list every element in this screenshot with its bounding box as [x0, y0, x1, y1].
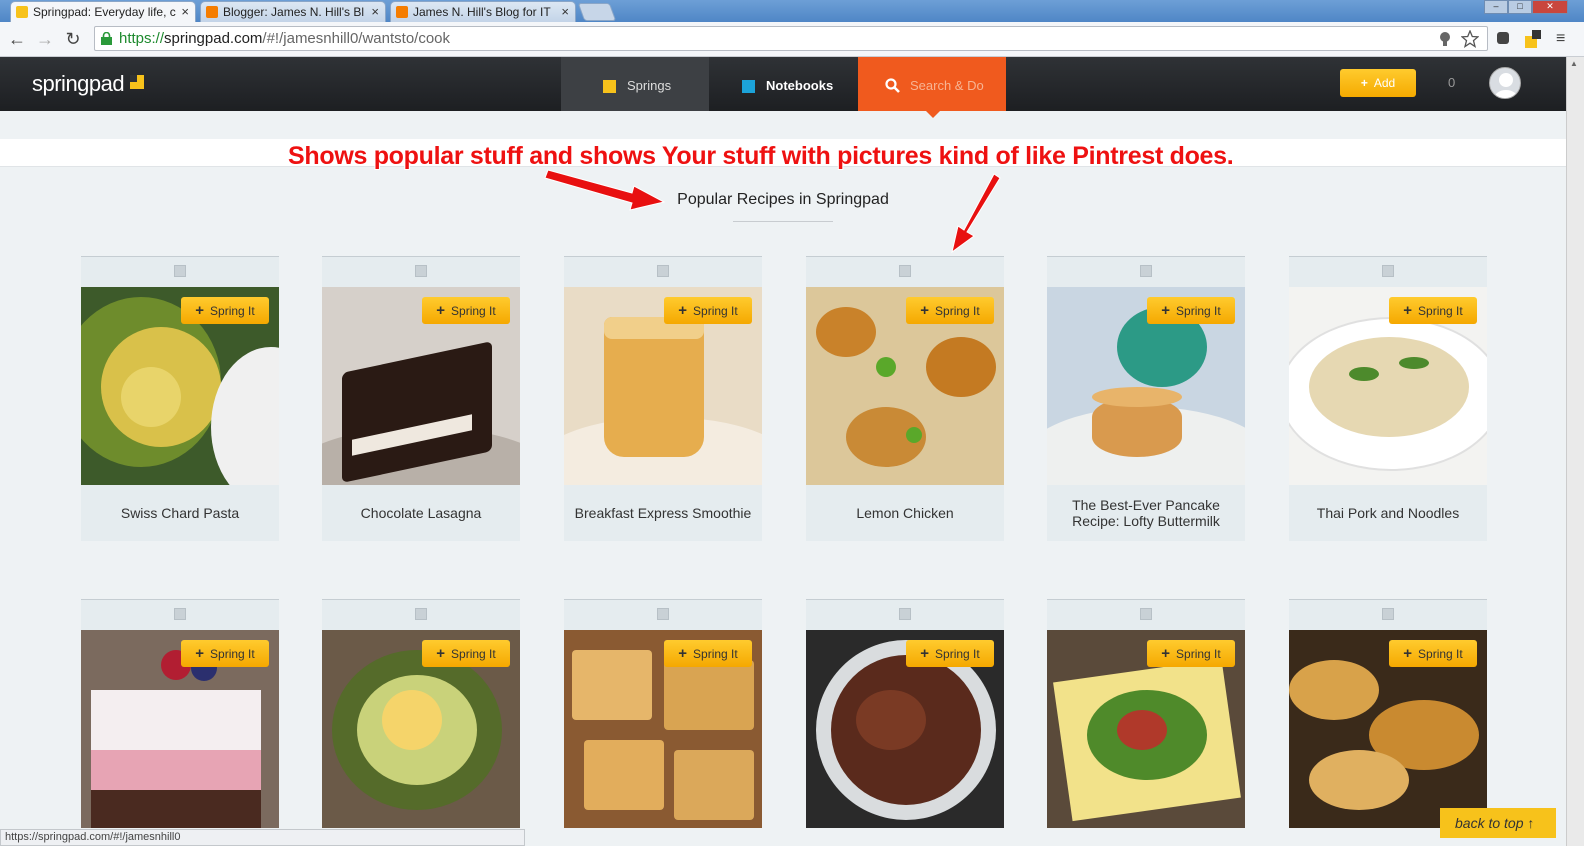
spring-it-button[interactable]: + Spring It — [1389, 640, 1477, 667]
bookmark-icon[interactable] — [415, 608, 427, 620]
spring-it-label: Spring It — [1176, 304, 1221, 318]
spring-it-label: Spring It — [1176, 647, 1221, 661]
plus-icon: + — [436, 645, 446, 662]
recipe-name[interactable]: Chocolate Lasagna — [322, 485, 520, 541]
recipe-card[interactable]: + Spring It — [322, 599, 520, 828]
recipe-image[interactable]: + Spring It — [322, 630, 520, 828]
plus-icon: + — [920, 645, 930, 662]
spring-it-label: Spring It — [1418, 304, 1463, 318]
recipe-card[interactable]: + Spring It — [564, 599, 762, 828]
plus-icon: + — [195, 302, 205, 319]
plus-icon: + — [195, 645, 205, 662]
spring-it-label: Spring It — [210, 304, 255, 318]
spring-it-label: Spring It — [693, 647, 738, 661]
recipe-card[interactable]: + Spring It — [1047, 599, 1245, 828]
spring-it-label: Spring It — [693, 304, 738, 318]
spring-it-label: Spring It — [1418, 647, 1463, 661]
recipe-image[interactable]: + Spring It — [1047, 287, 1245, 485]
recipe-image[interactable]: + Spring It — [322, 287, 520, 485]
bookmark-icon[interactable] — [899, 265, 911, 277]
spring-it-label: Spring It — [451, 647, 496, 661]
bookmark-icon[interactable] — [174, 265, 186, 277]
recipe-image[interactable]: + Spring It — [1047, 630, 1245, 828]
plus-icon: + — [436, 302, 446, 319]
recipe-name[interactable]: Thai Pork and Noodles — [1289, 485, 1487, 541]
spring-it-button[interactable]: + Spring It — [422, 297, 510, 324]
recipe-card[interactable]: + Spring It — [1289, 599, 1487, 828]
plus-icon: + — [1161, 645, 1171, 662]
recipe-card[interactable]: + Spring It — [81, 599, 279, 828]
recipe-image[interactable]: + Spring It — [1289, 287, 1487, 485]
recipe-card[interactable]: + Spring It Chocolate Lasagna — [322, 256, 520, 541]
bookmark-icon[interactable] — [174, 608, 186, 620]
recipe-card[interactable]: + Spring It Swiss Chard Pasta — [81, 256, 279, 541]
recipe-image[interactable]: + Spring It — [1289, 630, 1487, 828]
spring-it-button[interactable]: + Spring It — [181, 297, 269, 324]
spring-it-button[interactable]: + Spring It — [422, 640, 510, 667]
spring-it-button[interactable]: + Spring It — [664, 640, 752, 667]
bookmark-icon[interactable] — [1382, 265, 1394, 277]
bookmark-icon[interactable] — [415, 265, 427, 277]
spring-it-button[interactable]: + Spring It — [1147, 297, 1235, 324]
plus-icon: + — [1161, 302, 1171, 319]
recipe-card[interactable]: + Spring It — [806, 599, 1004, 828]
spring-it-label: Spring It — [935, 647, 980, 661]
plus-icon: + — [1403, 302, 1413, 319]
spring-it-button[interactable]: + Spring It — [906, 640, 994, 667]
bookmark-icon[interactable] — [1382, 608, 1394, 620]
plus-icon: + — [678, 302, 688, 319]
bookmark-icon[interactable] — [657, 608, 669, 620]
spring-it-button[interactable]: + Spring It — [906, 297, 994, 324]
recipe-image[interactable]: + Spring It — [564, 287, 762, 485]
browser-status-bar: https://springpad.com/#!/jamesnhill0 — [0, 829, 525, 846]
recipe-card[interactable]: + Spring It Thai Pork and Noodles — [1289, 256, 1487, 541]
arrow-right-icon — [951, 173, 1001, 254]
recipe-name[interactable]: Breakfast Express Smoothie — [564, 485, 762, 541]
recipe-image[interactable]: + Spring It — [806, 287, 1004, 485]
recipe-name[interactable]: Lemon Chicken — [806, 485, 1004, 541]
bookmark-icon[interactable] — [1140, 265, 1152, 277]
recipe-name[interactable]: Swiss Chard Pasta — [81, 485, 279, 541]
recipe-card[interactable]: + Spring It Breakfast Express Smoothie — [564, 256, 762, 541]
section-title: Popular Recipes in Springpad — [677, 191, 889, 208]
spring-it-label: Spring It — [210, 647, 255, 661]
spring-it-label: Spring It — [935, 304, 980, 318]
plus-icon: + — [1403, 645, 1413, 662]
spring-it-button[interactable]: + Spring It — [181, 640, 269, 667]
spring-it-button[interactable]: + Spring It — [1389, 297, 1477, 324]
recipe-image[interactable]: + Spring It — [564, 630, 762, 828]
spring-it-label: Spring It — [451, 304, 496, 318]
plus-icon: + — [678, 645, 688, 662]
bookmark-icon[interactable] — [657, 265, 669, 277]
spring-it-button[interactable]: + Spring It — [1147, 640, 1235, 667]
back-to-top-button[interactable]: back to top ↑ — [1440, 808, 1556, 838]
recipe-card[interactable]: + Spring It The Best-Ever Pancake Recipe:… — [1047, 256, 1245, 541]
spring-it-button[interactable]: + Spring It — [664, 297, 752, 324]
bookmark-icon[interactable] — [899, 608, 911, 620]
recipe-name[interactable]: The Best-Ever Pancake Recipe: Lofty Butt… — [1047, 485, 1245, 541]
section-divider — [733, 221, 833, 222]
recipe-image[interactable]: + Spring It — [81, 287, 279, 485]
scrollbar[interactable]: ▲ — [1566, 57, 1584, 846]
plus-icon: + — [920, 302, 930, 319]
recipe-image[interactable]: + Spring It — [806, 630, 1004, 828]
recipe-image[interactable]: + Spring It — [81, 630, 279, 828]
recipe-card[interactable]: + Spring It Lemon Chicken — [806, 256, 1004, 541]
bookmark-icon[interactable] — [1140, 608, 1152, 620]
